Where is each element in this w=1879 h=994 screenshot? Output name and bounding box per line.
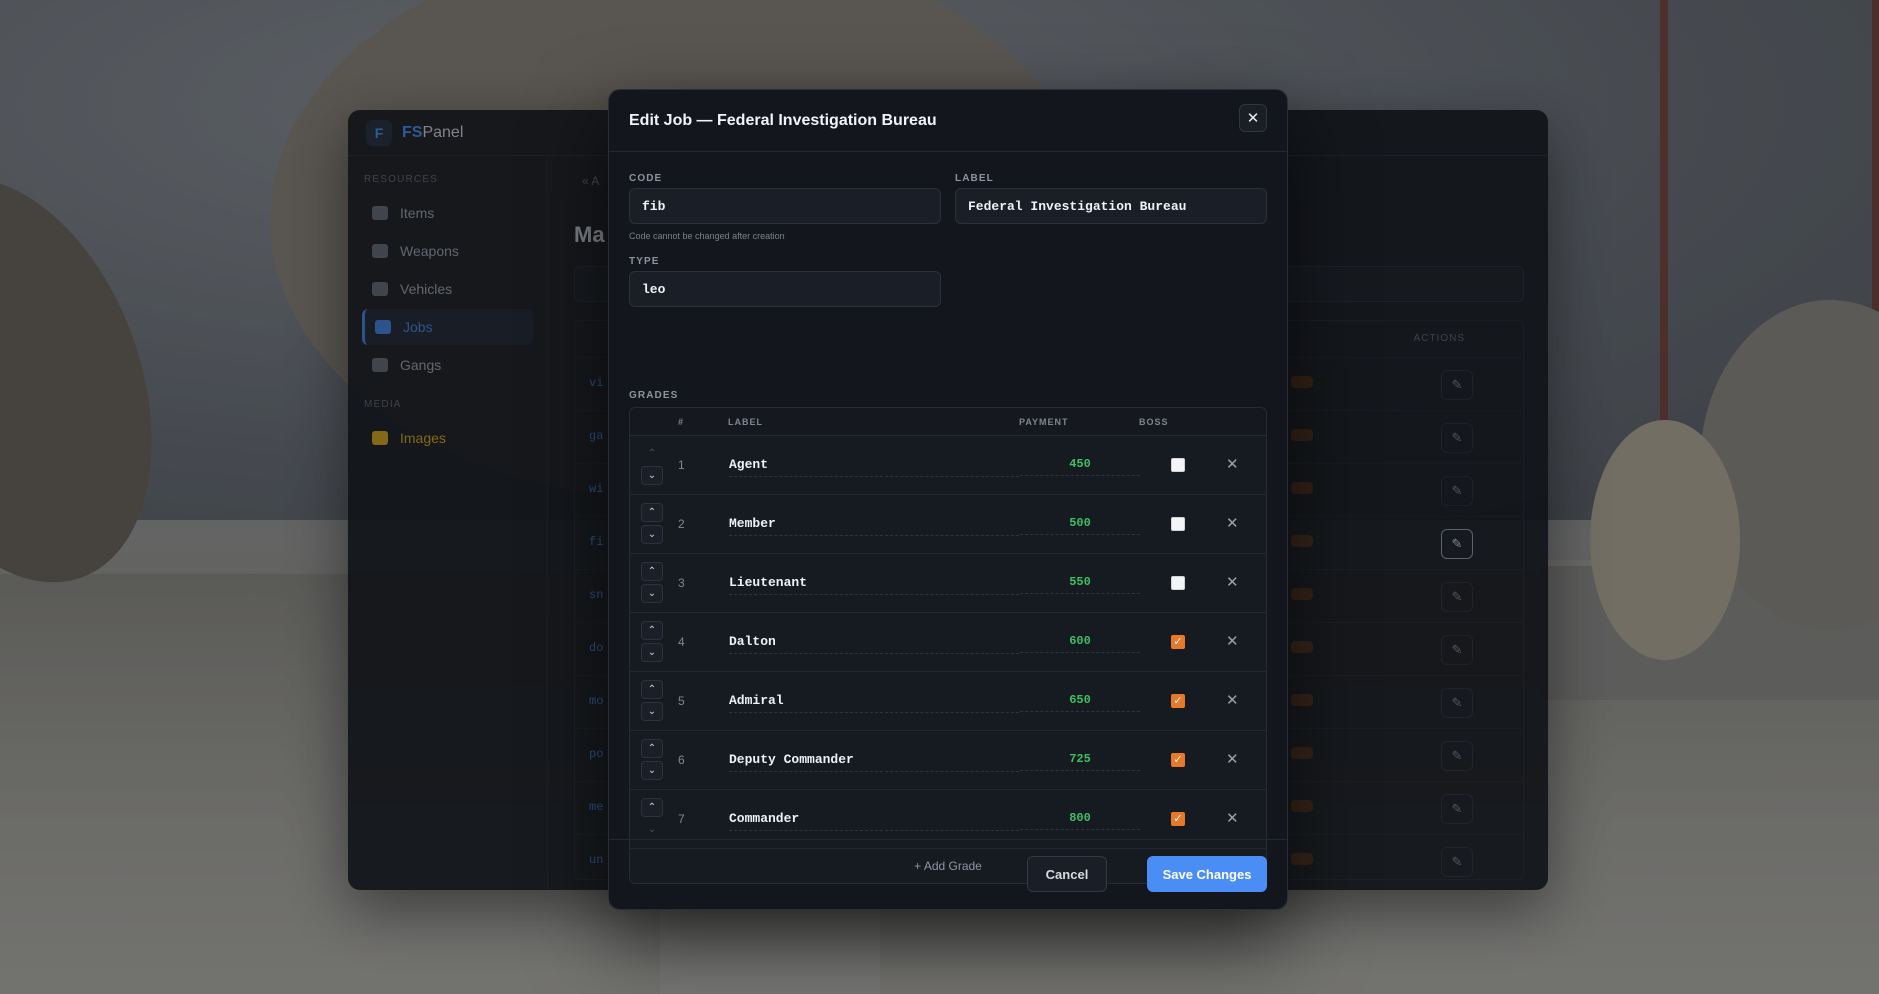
chevron-up-icon: ⌃ bbox=[647, 448, 657, 459]
grade-row: ⌃ ⌄ 2 Member 500 ✕ bbox=[630, 495, 1266, 554]
grade-row: ⌃ ⌄ 1 Agent 450 ✕ bbox=[630, 436, 1266, 495]
grade-label-input[interactable]: Member bbox=[729, 516, 1019, 536]
boss-checkbox[interactable]: ✓ bbox=[1171, 812, 1185, 826]
grade-label-input[interactable]: Agent bbox=[729, 457, 1019, 477]
grade-payment-input[interactable]: 450 bbox=[1020, 457, 1140, 476]
grade-number: 5 bbox=[678, 694, 685, 708]
reorder-controls: ⌃ ⌄ bbox=[641, 680, 663, 724]
code-hint: Code cannot be changed after creation bbox=[629, 231, 785, 241]
grade-label-input[interactable]: Deputy Commander bbox=[729, 752, 1019, 772]
save-changes-button[interactable]: Save Changes bbox=[1147, 856, 1267, 892]
boss-checkbox[interactable] bbox=[1171, 458, 1185, 472]
remove-grade-icon[interactable]: ✕ bbox=[1226, 514, 1239, 532]
grade-payment-input[interactable]: 650 bbox=[1020, 693, 1140, 712]
move-down-button: ⌄ bbox=[641, 820, 663, 839]
grade-number: 4 bbox=[678, 635, 685, 649]
label-input[interactable]: Federal Investigation Bureau bbox=[955, 188, 1267, 224]
close-icon: ✕ bbox=[1246, 110, 1260, 127]
grade-payment-input[interactable]: 500 bbox=[1020, 516, 1140, 535]
chevron-down-icon: ⌄ bbox=[647, 529, 657, 540]
modal-header: Edit Job — Federal Investigation Bureau … bbox=[609, 90, 1287, 152]
move-down-button[interactable]: ⌄ bbox=[641, 702, 663, 721]
grades-header: # LABEL PAYMENT BOSS bbox=[630, 408, 1266, 436]
chevron-down-icon: ⌄ bbox=[647, 765, 657, 776]
grade-number: 2 bbox=[678, 517, 685, 531]
reorder-controls: ⌃ ⌄ bbox=[641, 562, 663, 606]
grade-label-input[interactable]: Admiral bbox=[729, 693, 1019, 713]
label-field-label: LABEL bbox=[955, 173, 994, 184]
move-down-button[interactable]: ⌄ bbox=[641, 525, 663, 544]
reorder-controls: ⌃ ⌄ bbox=[641, 621, 663, 665]
grades-label: GRADES bbox=[629, 390, 679, 401]
column-header-num: # bbox=[678, 417, 685, 427]
move-up-button[interactable]: ⌃ bbox=[641, 798, 663, 817]
chevron-down-icon: ⌄ bbox=[647, 588, 657, 599]
boss-checkbox[interactable]: ✓ bbox=[1171, 635, 1185, 649]
column-header-label: LABEL bbox=[728, 417, 763, 427]
chevron-up-icon: ⌃ bbox=[647, 684, 657, 695]
chevron-up-icon: ⌃ bbox=[647, 566, 657, 577]
code-input[interactable]: fib bbox=[629, 188, 941, 224]
grade-payment-input[interactable]: 800 bbox=[1020, 811, 1140, 830]
edit-job-modal: Edit Job — Federal Investigation Bureau … bbox=[608, 89, 1288, 910]
boss-checkbox[interactable]: ✓ bbox=[1171, 694, 1185, 708]
remove-grade-icon[interactable]: ✕ bbox=[1226, 632, 1239, 650]
remove-grade-icon[interactable]: ✕ bbox=[1226, 573, 1239, 591]
move-up-button: ⌃ bbox=[641, 444, 663, 463]
move-up-button[interactable]: ⌃ bbox=[641, 562, 663, 581]
remove-grade-icon[interactable]: ✕ bbox=[1226, 809, 1239, 827]
move-up-button[interactable]: ⌃ bbox=[641, 621, 663, 640]
type-input[interactable]: leo bbox=[629, 271, 941, 307]
chevron-down-icon: ⌄ bbox=[647, 706, 657, 717]
chevron-down-icon: ⌄ bbox=[647, 470, 657, 481]
move-up-button[interactable]: ⌃ bbox=[641, 680, 663, 699]
reorder-controls: ⌃ ⌄ bbox=[641, 739, 663, 783]
grade-payment-input[interactable]: 725 bbox=[1020, 752, 1140, 771]
move-down-button[interactable]: ⌄ bbox=[641, 584, 663, 603]
chevron-up-icon: ⌃ bbox=[647, 802, 657, 813]
chevron-up-icon: ⌃ bbox=[647, 625, 657, 636]
move-down-button[interactable]: ⌄ bbox=[641, 643, 663, 662]
grade-label-input[interactable]: Commander bbox=[729, 811, 1019, 831]
move-down-button[interactable]: ⌄ bbox=[641, 761, 663, 780]
move-down-button[interactable]: ⌄ bbox=[641, 466, 663, 485]
move-up-button[interactable]: ⌃ bbox=[641, 503, 663, 522]
chevron-down-icon: ⌄ bbox=[647, 647, 657, 658]
grade-number: 3 bbox=[678, 576, 685, 590]
column-header-payment: PAYMENT bbox=[1019, 417, 1069, 427]
modal-footer: Cancel Save Changes bbox=[609, 839, 1287, 909]
grade-row: ⌃ ⌄ 6 Deputy Commander 725 ✓ ✕ bbox=[630, 731, 1266, 790]
grade-number: 6 bbox=[678, 753, 685, 767]
grade-payment-input[interactable]: 550 bbox=[1020, 575, 1140, 594]
reorder-controls: ⌃ ⌄ bbox=[641, 503, 663, 547]
chevron-up-icon: ⌃ bbox=[647, 743, 657, 754]
grade-label-input[interactable]: Lieutenant bbox=[729, 575, 1019, 595]
grade-number: 7 bbox=[678, 812, 685, 826]
cancel-button[interactable]: Cancel bbox=[1027, 856, 1107, 892]
modal-title: Edit Job — Federal Investigation Bureau bbox=[629, 112, 937, 129]
move-up-button[interactable]: ⌃ bbox=[641, 739, 663, 758]
remove-grade-icon[interactable]: ✕ bbox=[1226, 455, 1239, 473]
reorder-controls: ⌃ ⌄ bbox=[641, 444, 663, 488]
chevron-down-icon: ⌄ bbox=[647, 824, 657, 835]
grade-label-input[interactable]: Dalton bbox=[729, 634, 1019, 654]
chevron-up-icon: ⌃ bbox=[647, 507, 657, 518]
column-header-boss: BOSS bbox=[1139, 417, 1169, 427]
type-label: TYPE bbox=[629, 256, 660, 267]
grade-payment-input[interactable]: 600 bbox=[1020, 634, 1140, 653]
boss-checkbox[interactable] bbox=[1171, 517, 1185, 531]
remove-grade-icon[interactable]: ✕ bbox=[1226, 691, 1239, 709]
remove-grade-icon[interactable]: ✕ bbox=[1226, 750, 1239, 768]
grade-row: ⌃ ⌄ 4 Dalton 600 ✓ ✕ bbox=[630, 613, 1266, 672]
close-button[interactable]: ✕ bbox=[1239, 104, 1267, 132]
grade-row: ⌃ ⌄ 3 Lieutenant 550 ✕ bbox=[630, 554, 1266, 613]
reorder-controls: ⌃ ⌄ bbox=[641, 798, 663, 842]
grade-row: ⌃ ⌄ 5 Admiral 650 ✓ ✕ bbox=[630, 672, 1266, 731]
grades-table: # LABEL PAYMENT BOSS ⌃ ⌄ 1 Agent 450 ✕ ⌃ ⌄ 2 Memb… bbox=[629, 407, 1267, 884]
boss-checkbox[interactable]: ✓ bbox=[1171, 753, 1185, 767]
code-label: CODE bbox=[629, 173, 663, 184]
boss-checkbox[interactable] bbox=[1171, 576, 1185, 590]
grade-number: 1 bbox=[678, 458, 685, 472]
